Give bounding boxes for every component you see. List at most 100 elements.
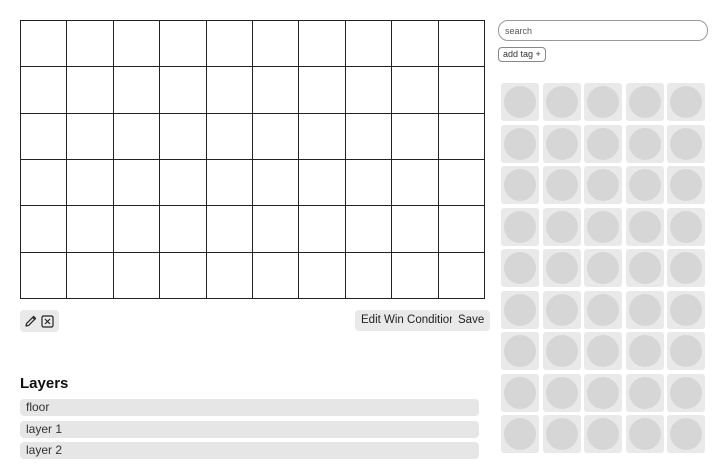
palette-tile[interactable] [667,290,705,329]
palette-tile[interactable] [584,332,622,370]
grid-cell[interactable] [113,113,161,160]
grid-cell[interactable] [299,252,346,299]
grid-cell[interactable] [253,67,300,114]
palette-tile[interactable] [501,124,539,163]
grid-cell[interactable] [206,159,253,207]
layer-item-floor[interactable]: floor [20,399,479,416]
grid-cell[interactable] [21,113,68,160]
grid-cell[interactable] [67,67,114,114]
grid-cell[interactable] [438,113,485,160]
grid-cell[interactable] [345,113,393,160]
palette-tile[interactable] [584,249,622,287]
grid-cell[interactable] [345,206,393,253]
grid-cell[interactable] [299,159,346,207]
grid-cell[interactable] [345,21,393,68]
palette-tile[interactable] [625,207,664,246]
palette-tile[interactable] [542,332,581,370]
palette-tile[interactable] [542,373,581,412]
palette-tile[interactable] [501,415,539,453]
grid-cell[interactable] [21,21,68,68]
palette-tile[interactable] [667,373,705,412]
grid-cell[interactable] [113,67,161,114]
palette-tile[interactable] [667,83,705,121]
palette-tile[interactable] [584,290,622,329]
palette-tile[interactable] [625,332,664,370]
grid-cell[interactable] [113,21,161,68]
grid-cell[interactable] [345,159,393,207]
palette-tile[interactable] [625,373,664,412]
grid-cell[interactable] [299,67,346,114]
grid-cell[interactable] [206,206,253,253]
grid-cell[interactable] [299,21,346,68]
level-grid[interactable] [20,20,485,299]
grid-cell[interactable] [253,113,300,160]
grid-cell[interactable] [253,159,300,207]
save-button[interactable]: Save [452,310,491,331]
grid-cell[interactable] [392,206,439,253]
palette-tile[interactable] [667,415,705,453]
palette-tile[interactable] [542,83,581,121]
palette-tile[interactable] [625,415,664,453]
pencil-tool-button[interactable] [23,313,39,329]
grid-cell[interactable] [299,206,346,253]
grid-cell[interactable] [160,252,207,299]
palette-tile[interactable] [584,415,622,453]
grid-cell[interactable] [113,159,161,207]
grid-cell[interactable] [253,206,300,253]
palette-tile[interactable] [625,290,664,329]
grid-cell[interactable] [438,21,485,68]
palette-tile[interactable] [584,207,622,246]
palette-tile[interactable] [542,249,581,287]
grid-cell[interactable] [67,159,114,207]
palette-tile[interactable] [667,332,705,370]
grid-cell[interactable] [392,21,439,68]
palette-tile[interactable] [501,166,539,204]
palette-tile[interactable] [584,373,622,412]
grid-cell[interactable] [438,159,485,207]
grid-cell[interactable] [67,21,114,68]
palette-tile[interactable] [584,166,622,204]
palette-tile[interactable] [542,290,581,329]
palette-tile[interactable] [501,290,539,329]
palette-tile[interactable] [501,207,539,246]
grid-cell[interactable] [206,67,253,114]
grid-cell[interactable] [438,252,485,299]
palette-tile[interactable] [542,166,581,204]
grid-cell[interactable] [299,113,346,160]
grid-cell[interactable] [392,113,439,160]
grid-cell[interactable] [345,252,393,299]
grid-cell[interactable] [21,67,68,114]
palette-tile[interactable] [625,83,664,121]
grid-cell[interactable] [67,252,114,299]
grid-cell[interactable] [253,21,300,68]
grid-cell[interactable] [160,21,207,68]
palette-tile[interactable] [625,249,664,287]
palette-tile[interactable] [625,166,664,204]
palette-tile[interactable] [542,124,581,163]
palette-tile[interactable] [667,249,705,287]
grid-cell[interactable] [206,252,253,299]
grid-cell[interactable] [160,67,207,114]
grid-cell[interactable] [345,67,393,114]
palette-tile[interactable] [501,83,539,121]
erase-tool-button[interactable] [40,313,56,329]
grid-cell[interactable] [21,252,68,299]
palette-tile[interactable] [501,332,539,370]
grid-cell[interactable] [160,159,207,207]
grid-cell[interactable] [21,206,68,253]
grid-cell[interactable] [21,159,68,207]
grid-cell[interactable] [206,113,253,160]
grid-cell[interactable] [438,67,485,114]
grid-cell[interactable] [206,21,253,68]
palette-tile[interactable] [584,124,622,163]
grid-cell[interactable] [160,206,207,253]
palette-tile[interactable] [667,207,705,246]
grid-cell[interactable] [160,113,207,160]
grid-cell[interactable] [67,113,114,160]
palette-tile[interactable] [667,124,705,163]
layer-item-layer-2[interactable]: layer 2 [20,442,479,459]
palette-tile[interactable] [584,83,622,121]
palette-tile[interactable] [501,249,539,287]
grid-cell[interactable] [253,252,300,299]
palette-tile[interactable] [542,415,581,453]
